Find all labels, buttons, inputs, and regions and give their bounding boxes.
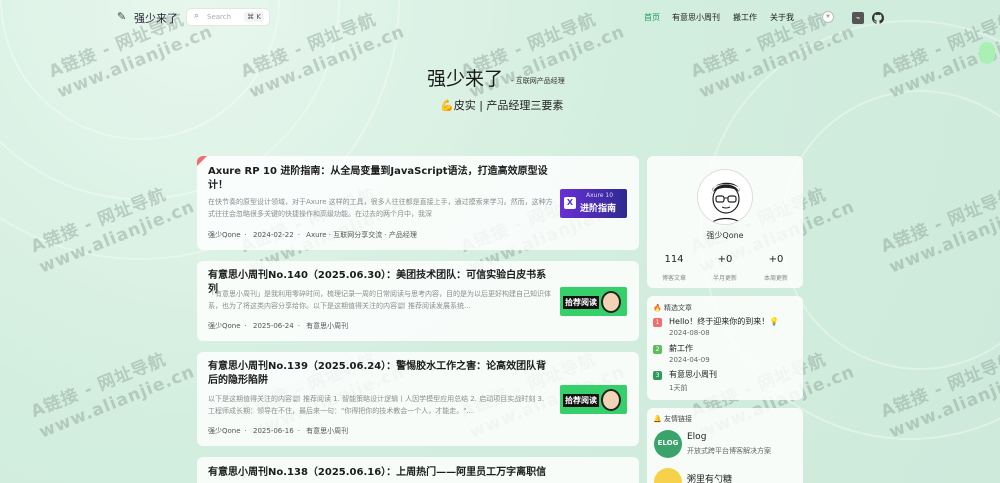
stat-label: 本周更新 — [763, 275, 788, 282]
search-button[interactable]: ⌕ Search ⌘ K — [186, 8, 270, 26]
post-author[interactable]: 强少Qone — [208, 427, 241, 435]
post-title[interactable]: Axure RP 10 进阶指南：从全局变量到JavaScript语法，打造高效… — [208, 165, 553, 193]
thumb-caption: 进阶指南 — [580, 204, 617, 214]
avatar-illustration-icon — [710, 182, 742, 224]
rank-badge: 1 — [653, 318, 662, 327]
post-meta: 强少Qone · 2025-06-24 · 有意思小周刊 — [208, 322, 349, 330]
recommended-post-title[interactable]: Hello！终于迎来你的到来！💡 — [669, 316, 779, 327]
thumb-avatar-icon — [601, 389, 621, 411]
post-title[interactable]: 有意思小周刊No.138（2025.06.16）：上周热门——阿里员工万字离职信 — [208, 466, 628, 480]
nav-link-about[interactable]: 关于我 — [770, 12, 794, 23]
stat-label: 半月更新 — [712, 275, 737, 282]
rss-icon[interactable]: ⌁ — [852, 12, 864, 24]
stat-value: +0 — [717, 254, 733, 265]
author-name: 强少Qone — [706, 231, 744, 240]
post-thumbnail[interactable]: 拾荐阅读 — [560, 287, 627, 316]
post-excerpt: 「有意思小周刊」是我利用零碎时间，梳理记录一周的日常阅读与思考内容，目的是为以后… — [208, 290, 551, 310]
hero-title: 强少来了 — [427, 68, 504, 90]
post-date: 2024-02-22 — [253, 231, 294, 239]
site-logo-icon[interactable]: ✎ — [117, 11, 129, 23]
friend-avatar-icon[interactable] — [654, 468, 682, 483]
github-icon[interactable] — [872, 12, 884, 24]
post-date: 2025-06-24 — [253, 322, 294, 330]
pinned-corner-badge — [197, 156, 207, 166]
scroll-to-top-handle[interactable] — [979, 42, 995, 64]
post-tags[interactable]: 有意思小周刊 — [306, 427, 348, 435]
friend-link-desc: 开放式跨平台博客解决方案 — [687, 447, 771, 455]
stat-value: 114 — [664, 254, 684, 265]
section-title: 🔔 友情链接 — [653, 415, 692, 423]
watermark: A链接 - 网址导航www.alianjie.cn — [28, 349, 198, 443]
profile-card: 强少Qone 114 博客文章 +0 半月更新 +0 本周更新 — [647, 156, 803, 288]
post-card[interactable]: Axure RP 10 进阶指南：从全局变量到JavaScript语法，打造高效… — [197, 156, 639, 250]
hero-subtitle: - 互联网产品经理 — [511, 77, 565, 85]
elog-logo-icon[interactable]: ELOG — [654, 430, 682, 458]
nav-link-weekly[interactable]: 有意思小周刊 — [672, 12, 720, 23]
hero-tagline: 💪皮实 | 产品经理三要素 — [440, 99, 564, 112]
rank-badge: 3 — [653, 371, 662, 380]
post-tags[interactable]: Axure · 互联网分享交流 · 产品经理 — [306, 231, 417, 239]
post-tags[interactable]: 有意思小周刊 — [306, 322, 348, 330]
search-shortcut-badge: ⌘ K — [244, 12, 264, 22]
axure-logo-icon: X — [564, 197, 576, 209]
section-title: 🔥 精选文章 — [653, 304, 692, 312]
nav-link-home[interactable]: 首页 — [644, 12, 660, 23]
recommended-posts-card: 🔥 精选文章 1 Hello！终于迎来你的到来！💡 2024-08-08 2 薪… — [647, 296, 803, 400]
post-author[interactable]: 强少Qone — [208, 231, 241, 239]
recommended-post-date: 2024-08-08 — [669, 329, 710, 337]
thumb-avatar-icon — [601, 291, 621, 313]
post-meta: 强少Qone · 2025-06-16 · 有意思小周刊 — [208, 427, 349, 435]
elog-logo-text: ELOG — [657, 439, 679, 447]
recommended-post-date: 2024-04-09 — [669, 356, 710, 364]
search-icon: ⌕ — [194, 11, 200, 21]
post-author[interactable]: 强少Qone — [208, 322, 241, 330]
post-card[interactable]: 有意思小周刊No.138（2025.06.16）：上周热门——阿里员工万字离职信 — [197, 457, 639, 483]
avatar[interactable] — [697, 169, 753, 225]
thumb-caption: Axure 10 — [586, 192, 614, 199]
thumb-caption: 拾荐阅读 — [563, 296, 599, 309]
post-date: 2025-06-16 — [253, 427, 294, 435]
recommended-post-date: 1天前 — [669, 384, 688, 392]
post-excerpt: 在快节奏的原型设计领域，对于Axure 这样的工具，很多人往往都是直接上手，通过… — [208, 198, 553, 218]
post-card[interactable]: 有意思小周刊No.140（2025.06.30）：美团技术团队：可信实验白皮书系… — [197, 261, 639, 341]
post-thumbnail[interactable]: X Axure 10 进阶指南 — [560, 189, 627, 218]
search-placeholder: Search — [207, 13, 232, 21]
nav-link-work[interactable]: 搬工作 — [733, 12, 757, 23]
stat-value: +0 — [768, 254, 784, 265]
recommended-post-title[interactable]: 薪工作 — [669, 343, 693, 354]
friend-links-card: 🔔 友情链接 ELOG Elog 开放式跨平台博客解决方案 粥里有勺糖 — [647, 408, 803, 483]
rank-badge: 2 — [653, 345, 662, 354]
theme-toggle-icon[interactable]: ☀ — [822, 11, 834, 23]
friend-link-name[interactable]: Elog — [687, 432, 706, 442]
post-card[interactable]: 有意思小周刊No.139（2025.06.24）：警惕胶水工作之害：论高效团队背… — [197, 352, 639, 446]
post-meta: 强少Qone · 2024-02-22 · Axure · 互联网分享交流 · 产品… — [208, 231, 417, 239]
friend-link-name[interactable]: 粥里有勺糖 — [687, 472, 732, 483]
site-name[interactable]: 强少来了 — [134, 10, 178, 26]
post-thumbnail[interactable]: 拾荐阅读 — [560, 385, 627, 414]
top-nav: ✎ 强少来了 ⌕ Search ⌘ K 首页 有意思小周刊 搬工作 关于我 ☀ … — [0, 0, 1000, 36]
stat-label: 博客文章 — [661, 275, 686, 282]
recommended-post-title[interactable]: 有意思小周刊 — [669, 369, 717, 380]
post-title[interactable]: 有意思小周刊No.139（2025.06.24）：警惕胶水工作之害：论高效团队背… — [208, 360, 553, 388]
thumb-caption: 拾荐阅读 — [563, 394, 599, 407]
post-excerpt: 以下是这期值得关注的内容📰 推荐阅读 1. 智能策略设计逻辑丨人因学模型应用总结… — [208, 395, 545, 415]
